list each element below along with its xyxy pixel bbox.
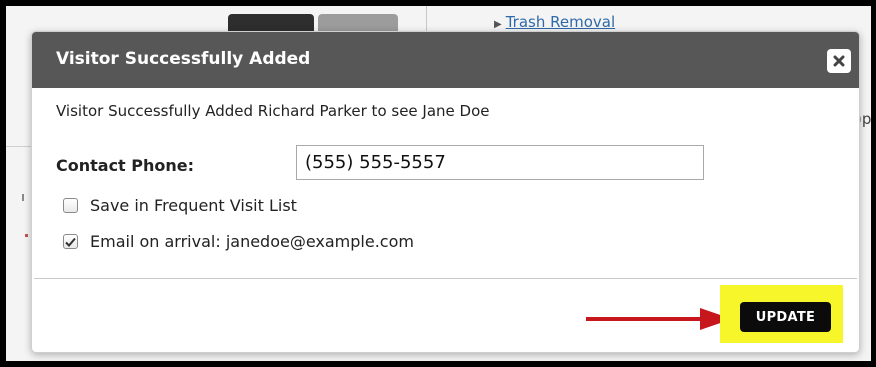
screenshot-frame: ▶ Trash Removal )p Visitor Successfully A…	[6, 6, 871, 361]
success-message: Visitor Successfully Added Richard Parke…	[56, 102, 490, 120]
background-mark	[22, 194, 24, 201]
checkmark-icon	[65, 237, 76, 247]
red-arrow-annotation	[586, 308, 732, 330]
trash-removal-link[interactable]: ▶ Trash Removal	[494, 13, 615, 31]
dialog-header: Visitor Successfully Added	[32, 32, 859, 88]
close-button[interactable]	[827, 49, 851, 73]
background-tab[interactable]	[318, 14, 398, 32]
save-frequent-visit-option[interactable]: Save in Frequent Visit List	[63, 196, 297, 215]
save-frequent-checkbox[interactable]	[63, 198, 78, 213]
background-divider	[426, 6, 427, 32]
background-mark	[25, 234, 28, 237]
dialog-title: Visitor Successfully Added	[56, 49, 311, 69]
contact-phone-label: Contact Phone:	[56, 156, 195, 175]
trash-removal-label: Trash Removal	[505, 13, 616, 31]
background-divider-line	[6, 146, 32, 147]
email-on-arrival-option[interactable]: Email on arrival: janedoe@example.com	[63, 232, 414, 251]
email-arrival-checkbox[interactable]	[63, 234, 78, 249]
contact-phone-input[interactable]	[296, 145, 704, 180]
close-icon	[833, 55, 845, 67]
update-button[interactable]: UPDATE	[740, 302, 831, 332]
dialog-footer-divider	[34, 278, 857, 279]
visitor-added-dialog: Visitor Successfully Added Visitor Succe…	[31, 31, 860, 353]
save-frequent-label: Save in Frequent Visit List	[90, 196, 297, 215]
triangle-right-icon: ▶	[494, 19, 502, 30]
email-arrival-label: Email on arrival: janedoe@example.com	[90, 232, 414, 251]
background-tab-active[interactable]	[228, 14, 314, 32]
